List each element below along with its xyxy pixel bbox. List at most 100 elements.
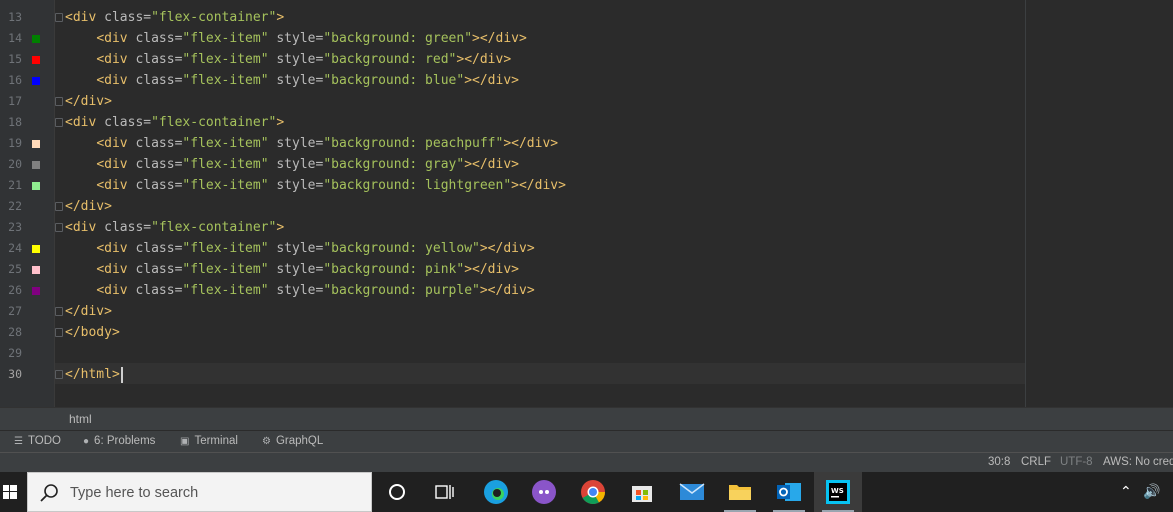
edge-icon (484, 480, 508, 504)
terminal-icon: ▣ (180, 435, 190, 447)
webstorm-app[interactable]: WS (814, 472, 862, 512)
chrome-app[interactable] (569, 472, 617, 512)
code-line[interactable]: <div class="flex-container"> (65, 112, 284, 133)
fold-marker-icon[interactable] (55, 223, 63, 232)
cortana-circle-icon (389, 484, 405, 500)
line-gutter: 13 14 15 16 17 18 19 20 21 22 23 24 25 26 27 28 29 30 (0, 0, 55, 407)
volume-button[interactable]: 🔊 (1143, 472, 1160, 512)
code-line[interactable]: <div class="flex-item" style="background… (65, 28, 527, 49)
line-number: 27 (8, 304, 22, 318)
code-line[interactable]: <div class="flex-container"> (65, 7, 284, 28)
code-line[interactable]: <div class="flex-container"> (65, 217, 284, 238)
caret-position[interactable]: 30:8 (988, 456, 1010, 468)
line-number: 29 (8, 346, 22, 360)
fold-marker-icon[interactable] (55, 370, 63, 379)
fold-marker-icon[interactable] (55, 307, 63, 316)
code-line[interactable]: <div class="flex-item" style="background… (65, 133, 558, 154)
code-line[interactable]: <div class="flex-item" style="background… (65, 154, 519, 175)
color-swatch[interactable] (32, 140, 40, 148)
info-icon: ● (83, 435, 90, 447)
color-swatch[interactable] (32, 266, 40, 274)
line-number: 25 (8, 262, 22, 276)
task-view-icon (435, 485, 454, 499)
code-line[interactable]: <div class="flex-item" style="background… (65, 238, 534, 259)
fold-marker-icon[interactable] (55, 118, 63, 127)
color-swatch[interactable] (32, 182, 40, 190)
color-swatch[interactable] (32, 245, 40, 253)
aws-connection-status[interactable]: AWS: No cred (1103, 456, 1173, 468)
status-bar: 30:8 CRLF UTF-8 AWS: No cred (0, 452, 1173, 473)
taskbar-search-box[interactable]: Type here to search (27, 472, 372, 512)
mail-app[interactable] (668, 472, 716, 512)
webstorm-icon: WS (826, 480, 850, 504)
line-number: 24 (8, 241, 22, 255)
color-swatch[interactable] (32, 77, 40, 85)
color-swatch[interactable] (32, 287, 40, 295)
problems-tab[interactable]: ● 6: Problems (83, 435, 155, 447)
windows-logo-icon (3, 485, 17, 499)
code-line[interactable]: <div class="flex-item" style="background… (65, 259, 519, 280)
cortana-button[interactable] (373, 472, 421, 512)
tool-window-bar: ☰ TODO ● 6: Problems ▣ Terminal ⚙ GraphQ… (0, 430, 1173, 453)
line-number: 15 (8, 52, 22, 66)
file-encoding[interactable]: UTF-8 (1060, 456, 1093, 468)
line-number: 22 (8, 199, 22, 213)
code-line[interactable]: </div> (65, 91, 112, 112)
color-swatch[interactable] (32, 35, 40, 43)
current-line-highlight (55, 363, 1025, 384)
line-number: 30 (8, 367, 22, 381)
store-bag-icon (632, 486, 652, 502)
code-line[interactable]: <div class="flex-item" style="background… (65, 175, 566, 196)
fold-marker-icon[interactable] (55, 328, 63, 337)
show-hidden-icons-button[interactable]: ⌃ (1120, 472, 1132, 512)
svg-text:WS: WS (831, 487, 844, 495)
line-number: 26 (8, 283, 22, 297)
start-button[interactable] (0, 472, 20, 512)
line-number: 13 (8, 10, 22, 24)
fold-marker-icon[interactable] (55, 13, 63, 22)
outlook-app[interactable] (765, 472, 813, 512)
line-number: 18 (8, 115, 22, 129)
task-view-button[interactable] (421, 472, 469, 512)
problems-label: 6: Problems (94, 435, 156, 447)
chat-app[interactable] (520, 472, 568, 512)
chevron-up-icon: ⌃ (1120, 484, 1132, 500)
code-line[interactable]: <div class="flex-item" style="background… (65, 280, 534, 301)
line-number: 14 (8, 31, 22, 45)
terminal-label: Terminal (194, 435, 238, 447)
search-placeholder: Type here to search (70, 485, 199, 501)
code-line[interactable]: </body> (65, 322, 120, 343)
code-line[interactable]: </div> (65, 196, 112, 217)
todo-label: TODO (27, 435, 61, 447)
code-line[interactable]: </div> (65, 301, 112, 322)
search-icon (40, 484, 58, 502)
breadcrumb-bar: html (0, 407, 1173, 431)
breadcrumb[interactable]: html (69, 412, 92, 426)
windows-taskbar: Type here to search WS ⌃ 🔊 (0, 472, 1173, 512)
code-line[interactable]: </html> (65, 364, 123, 385)
folder-icon (729, 485, 751, 500)
mail-icon (679, 483, 705, 500)
right-margin-guide (1025, 0, 1026, 407)
graphql-tab[interactable]: ⚙ GraphQL (262, 435, 323, 447)
code-editor[interactable]: 13 14 15 16 17 18 19 20 21 22 23 24 25 26 27 28 29 30 <di… (0, 0, 1173, 407)
line-number: 23 (8, 220, 22, 234)
edge-app[interactable] (472, 472, 520, 512)
line-number: 16 (8, 73, 22, 87)
line-number: 19 (8, 136, 22, 150)
color-swatch[interactable] (32, 56, 40, 64)
fold-marker-icon[interactable] (55, 202, 63, 211)
code-line[interactable]: <div class="flex-item" style="background… (65, 49, 511, 70)
todo-tab[interactable]: ☰ TODO (14, 435, 61, 447)
color-swatch[interactable] (32, 161, 40, 169)
file-explorer-app[interactable] (716, 472, 764, 512)
graphql-label: GraphQL (275, 435, 324, 447)
store-app[interactable] (618, 472, 666, 512)
fold-marker-icon[interactable] (55, 97, 63, 106)
line-number: 21 (8, 178, 22, 192)
code-line[interactable]: <div class="flex-item" style="background… (65, 70, 519, 91)
outlook-icon (777, 483, 801, 501)
terminal-tab[interactable]: ▣ Terminal (180, 435, 238, 447)
line-number: 28 (8, 325, 22, 339)
line-separator[interactable]: CRLF (1021, 456, 1051, 468)
